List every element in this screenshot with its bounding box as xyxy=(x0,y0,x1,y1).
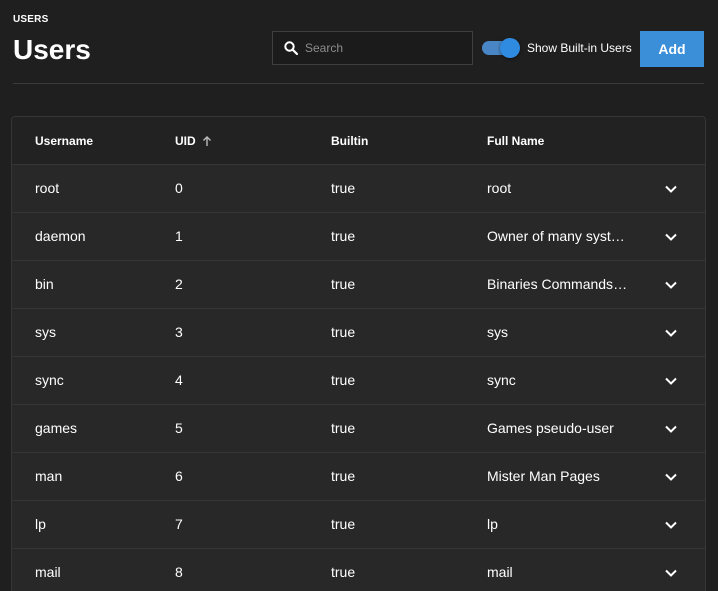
table-row[interactable]: sync 4 true sync xyxy=(12,357,705,405)
table-header: Username UID Builtin Full Name xyxy=(12,117,705,165)
table-row[interactable]: man 6 true Mister Man Pages xyxy=(12,453,705,501)
chevron-down-icon[interactable] xyxy=(663,277,679,293)
cell-username: bin xyxy=(35,276,54,292)
cell-builtin: true xyxy=(331,420,356,436)
cell-builtin: true xyxy=(331,324,356,340)
table-row[interactable]: games 5 true Games pseudo-user xyxy=(12,405,705,453)
add-button[interactable]: Add xyxy=(640,31,704,67)
cell-builtin: true xyxy=(331,564,356,580)
toggle-knob xyxy=(500,38,520,58)
cell-uid: 7 xyxy=(175,516,183,532)
table-row[interactable]: root 0 true root xyxy=(12,165,705,213)
chevron-down-icon[interactable] xyxy=(663,421,679,437)
chevron-down-icon[interactable] xyxy=(663,325,679,341)
cell-username: lp xyxy=(35,516,46,532)
chevron-down-icon[interactable] xyxy=(663,373,679,389)
chevron-down-icon[interactable] xyxy=(663,181,679,197)
cell-full-name: mail xyxy=(487,564,513,580)
cell-builtin: true xyxy=(331,276,356,292)
chevron-down-icon[interactable] xyxy=(663,229,679,245)
column-header-username[interactable]: Username xyxy=(35,134,93,148)
column-header-full-name[interactable]: Full Name xyxy=(487,134,544,148)
column-header-builtin[interactable]: Builtin xyxy=(331,134,368,148)
table-row[interactable]: mail 8 true mail xyxy=(12,549,705,591)
cell-uid: 6 xyxy=(175,468,183,484)
cell-builtin: true xyxy=(331,180,356,196)
table-body: root 0 true root daemon 1 true Owner of … xyxy=(12,165,705,591)
column-header-uid[interactable]: UID xyxy=(175,134,212,148)
cell-username: sys xyxy=(35,324,56,340)
table-row[interactable]: daemon 1 true Owner of many syst… xyxy=(12,213,705,261)
cell-uid: 2 xyxy=(175,276,183,292)
cell-username: sync xyxy=(35,372,64,388)
header-divider xyxy=(13,83,704,84)
cell-full-name: Owner of many syst… xyxy=(487,228,625,244)
cell-full-name: sync xyxy=(487,372,516,388)
chevron-down-icon[interactable] xyxy=(663,565,679,581)
cell-full-name: Binaries Commands … xyxy=(487,276,629,292)
toggle-label[interactable]: Show Built-in Users xyxy=(527,41,632,55)
users-table: Username UID Builtin Full Name root 0 tr… xyxy=(11,116,706,591)
search-input[interactable] xyxy=(305,41,455,55)
cell-full-name: sys xyxy=(487,324,508,340)
cell-builtin: true xyxy=(331,372,356,388)
search-box[interactable] xyxy=(272,31,473,65)
cell-full-name: Games pseudo-user xyxy=(487,420,614,436)
cell-username: man xyxy=(35,468,63,484)
cell-username: root xyxy=(35,180,60,196)
cell-full-name: lp xyxy=(487,516,498,532)
cell-username: games xyxy=(35,420,78,436)
cell-builtin: true xyxy=(331,468,356,484)
cell-uid: 0 xyxy=(175,180,183,196)
column-header-uid-label: UID xyxy=(175,134,196,148)
users-page: USERS Users Show Built-in Users Add User… xyxy=(0,0,718,591)
table-row[interactable]: sys 3 true sys xyxy=(12,309,705,357)
cell-full-name: Mister Man Pages xyxy=(487,468,600,484)
page-title: Users xyxy=(13,34,91,65)
cell-username: mail xyxy=(35,564,61,580)
cell-builtin: true xyxy=(331,228,356,244)
chevron-down-icon[interactable] xyxy=(663,517,679,533)
show-builtin-users-toggle[interactable] xyxy=(482,38,520,58)
cell-uid: 5 xyxy=(175,420,183,436)
breadcrumb[interactable]: USERS xyxy=(13,14,48,25)
arrow-up-icon xyxy=(202,135,212,147)
search-icon xyxy=(283,40,299,56)
cell-uid: 4 xyxy=(175,372,183,388)
cell-uid: 1 xyxy=(175,228,183,244)
cell-full-name: root xyxy=(487,180,512,196)
cell-uid: 8 xyxy=(175,564,183,580)
cell-username: daemon xyxy=(35,228,86,244)
table-row[interactable]: bin 2 true Binaries Commands … xyxy=(12,261,705,309)
chevron-down-icon[interactable] xyxy=(663,469,679,485)
cell-uid: 3 xyxy=(175,324,183,340)
cell-builtin: true xyxy=(331,516,356,532)
table-row[interactable]: lp 7 true lp xyxy=(12,501,705,549)
